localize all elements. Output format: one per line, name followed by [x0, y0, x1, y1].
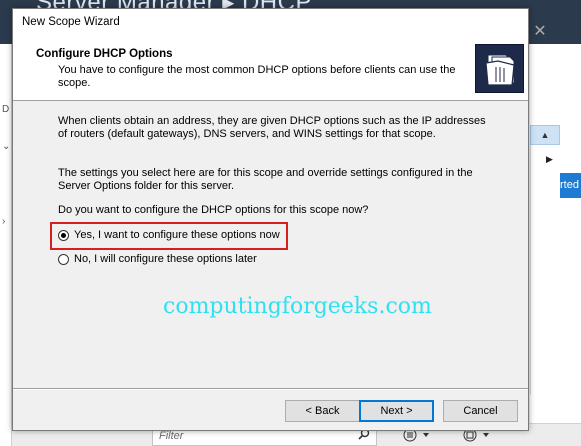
chevron-down-icon[interactable]: ⌄ — [2, 141, 10, 152]
watermark-text: computingforgeeks.com — [163, 294, 432, 319]
expand-arrow-icon[interactable]: ▶ — [546, 154, 553, 165]
page-subtitle: You have to configure the most common DH… — [58, 64, 456, 89]
yes-radio-label[interactable]: Yes, I want to configure these options n… — [74, 229, 280, 241]
chevron-right-icon[interactable]: › — [2, 216, 5, 227]
footer-divider — [13, 388, 528, 390]
back-button[interactable]: < Back — [285, 400, 360, 422]
get-started-button[interactable]: rted — [560, 173, 581, 198]
description-paragraph: When clients obtain an address, they are… — [58, 115, 486, 140]
navigation-pane: D ⌄ › — [0, 44, 12, 446]
scroll-up-arrow-icon[interactable]: ▲ — [530, 125, 560, 145]
scrollbar[interactable] — [530, 125, 560, 395]
page-title: Configure DHCP Options — [36, 48, 173, 60]
next-button[interactable]: Next > — [359, 400, 434, 422]
new-scope-wizard-dialog: New Scope Wizard Configure DHCP Options … — [12, 8, 529, 431]
dialog-titlebar[interactable]: New Scope Wizard — [13, 9, 528, 37]
no-radio[interactable] — [58, 254, 69, 265]
close-icon[interactable]: ✕ — [528, 20, 552, 44]
yes-radio[interactable] — [58, 230, 69, 241]
get-started-label: rted — [560, 179, 579, 191]
wizard-header: Configure DHCP Options You have to confi… — [13, 37, 528, 101]
folder-open-icon — [475, 44, 524, 93]
cancel-button[interactable]: Cancel — [443, 400, 518, 422]
scope-override-paragraph: The settings you select here are for thi… — [58, 167, 473, 192]
no-radio-label[interactable]: No, I will configure these options later — [74, 253, 257, 265]
dialog-title: New Scope Wizard — [22, 16, 120, 28]
question-text: Do you want to configure the DHCP option… — [58, 204, 369, 216]
nav-letter: D — [2, 104, 10, 115]
